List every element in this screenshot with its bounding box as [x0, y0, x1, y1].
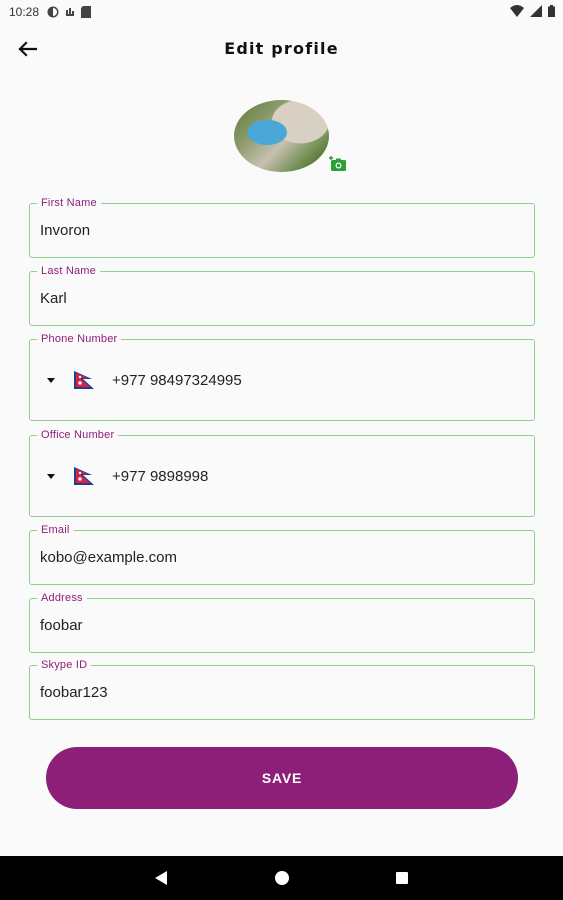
office-number-label: Office Number	[37, 428, 119, 442]
avatar[interactable]	[234, 100, 329, 172]
status-bar: 10:28	[0, 0, 563, 24]
battery-icon	[548, 5, 555, 17]
sync-icon	[66, 8, 75, 16]
last-name-field[interactable]: Last Name Karl	[29, 264, 535, 326]
sim-icon	[81, 6, 92, 18]
email-label: Email	[37, 523, 74, 537]
recents-square-icon[interactable]	[393, 869, 411, 887]
system-nav-bar	[0, 856, 563, 900]
change-photo-button[interactable]	[329, 156, 347, 172]
chevron-down-icon[interactable]	[44, 471, 58, 481]
status-right-icons	[510, 5, 555, 17]
skype-id-input[interactable]: foobar123	[40, 684, 108, 702]
office-number-field[interactable]: Office Number +977 9898998	[29, 428, 535, 517]
first-name-field[interactable]: First Name Invoron	[29, 196, 535, 258]
skype-id-label: Skype ID	[37, 658, 92, 672]
settings-icon	[47, 6, 59, 18]
address-label: Address	[37, 591, 87, 605]
phone-number-input[interactable]: +977 98497324995	[112, 372, 242, 389]
save-button[interactable]: SAVE	[46, 747, 518, 809]
home-circle-icon[interactable]	[273, 869, 291, 887]
nepal-flag-icon	[74, 371, 94, 389]
address-input[interactable]: foobar	[40, 617, 83, 635]
status-time: 10:28	[9, 5, 40, 19]
wifi-icon	[510, 5, 524, 17]
app-bar: Edit profile	[0, 30, 563, 70]
phone-input-row: +977 98497324995	[44, 368, 242, 392]
first-name-input[interactable]: Invoron	[40, 222, 90, 240]
office-input-row: +977 9898998	[44, 464, 208, 488]
status-left-icons	[47, 6, 92, 18]
email-input[interactable]: kobo@example.com	[40, 549, 177, 567]
phone-number-label: Phone Number	[37, 332, 122, 346]
first-name-label: First Name	[37, 196, 101, 210]
page-title: Edit profile	[224, 39, 339, 58]
profile-photo-area	[234, 100, 350, 176]
back-triangle-icon[interactable]	[152, 869, 170, 887]
address-field[interactable]: Address foobar	[29, 591, 535, 653]
nepal-flag-icon	[74, 467, 94, 485]
phone-number-field[interactable]: Phone Number +977 98497324995	[29, 332, 535, 421]
signal-icon	[530, 5, 542, 17]
skype-id-field[interactable]: Skype ID foobar123	[29, 658, 535, 720]
email-field[interactable]: Email kobo@example.com	[29, 523, 535, 585]
last-name-label: Last Name	[37, 264, 100, 278]
last-name-input[interactable]: Karl	[40, 290, 67, 308]
camera-add-icon	[329, 156, 346, 171]
office-number-input[interactable]: +977 9898998	[112, 468, 208, 485]
chevron-down-icon[interactable]	[44, 375, 58, 385]
